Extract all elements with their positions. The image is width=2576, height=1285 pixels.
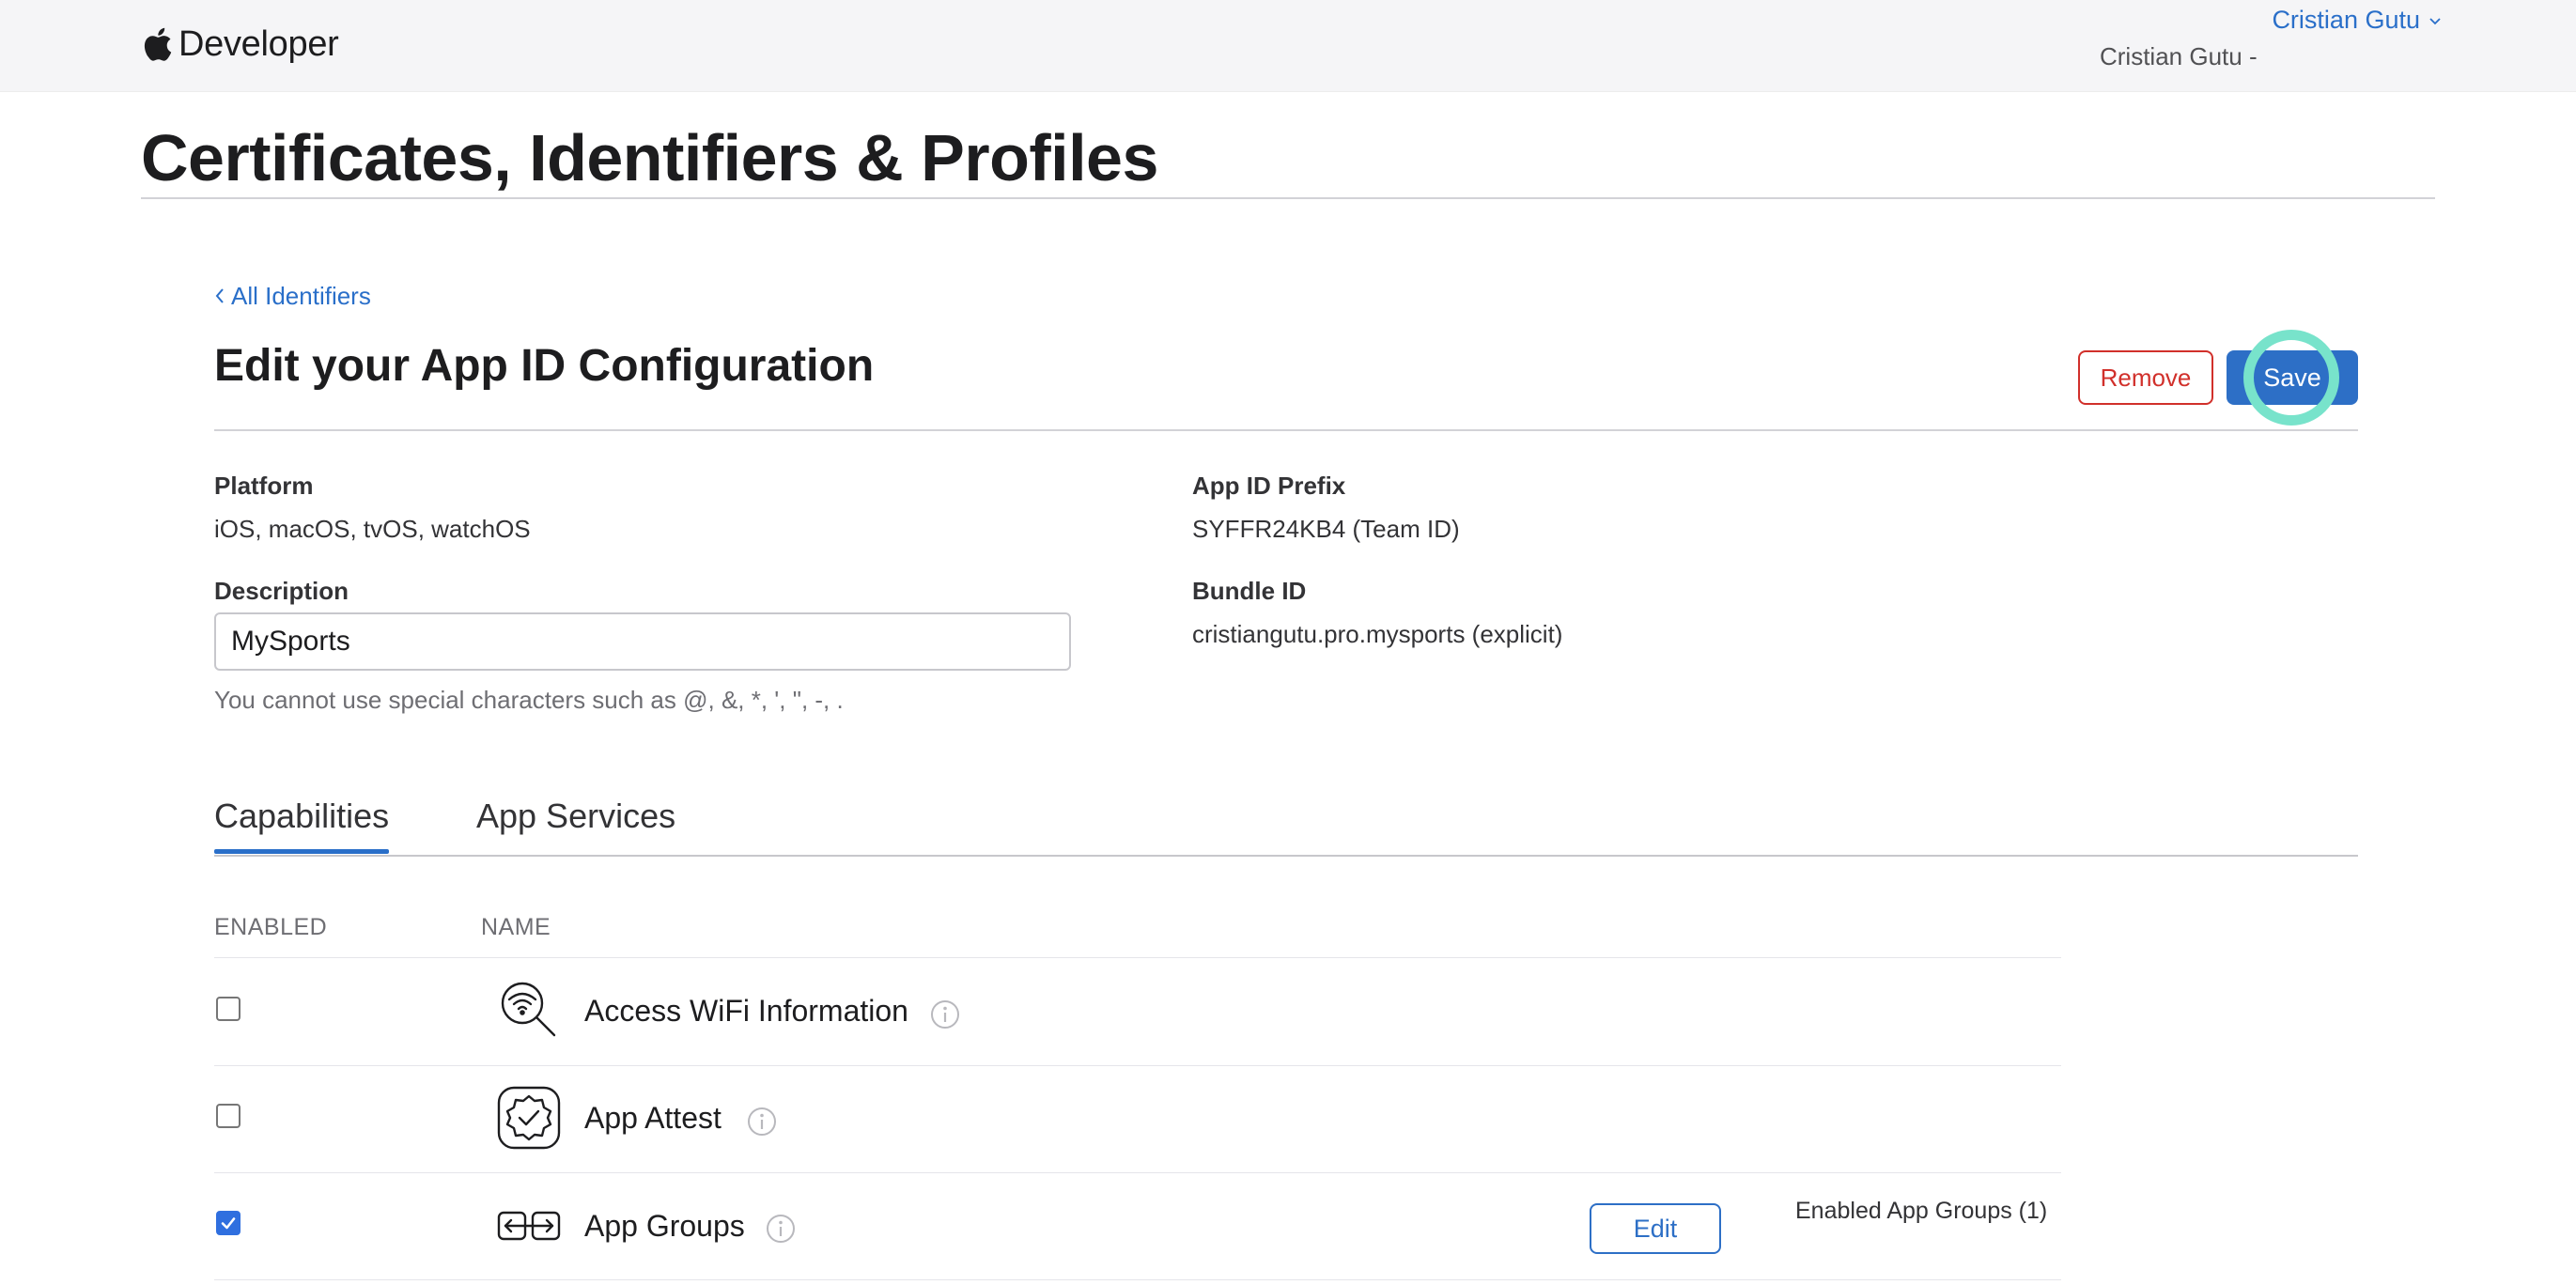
info-icon[interactable] bbox=[747, 1107, 777, 1137]
chevron-down-icon bbox=[2428, 6, 2443, 35]
description-input[interactable] bbox=[214, 612, 1071, 671]
table-divider bbox=[214, 1279, 2061, 1280]
bundle-id-value: cristiangutu.pro.mysports (explicit) bbox=[1192, 620, 1563, 648]
app-id-prefix-label: App ID Prefix bbox=[1192, 472, 1346, 500]
column-header-enabled: ENABLED bbox=[214, 914, 328, 940]
column-header-name: NAME bbox=[481, 914, 551, 940]
section-title: Edit your App ID Configuration bbox=[214, 341, 875, 391]
capability-name: App Groups bbox=[584, 1209, 745, 1243]
enable-checkbox-app-groups[interactable] bbox=[216, 1211, 241, 1235]
title-divider bbox=[141, 197, 2435, 199]
app-groups-icon bbox=[496, 1193, 562, 1259]
table-divider bbox=[214, 1065, 2061, 1066]
save-button[interactable]: Save bbox=[2227, 350, 2358, 405]
tab-app-services[interactable]: App Services bbox=[476, 797, 675, 836]
tabs-divider bbox=[214, 855, 2358, 857]
section-divider bbox=[214, 429, 2358, 431]
bundle-id-label: Bundle ID bbox=[1192, 577, 1307, 605]
global-nav: Developer Cristian Gutu Cristian Gutu - bbox=[0, 0, 2576, 92]
developer-home-link[interactable]: Developer bbox=[141, 17, 339, 71]
app-id-prefix-value: SYFFR24KB4 (Team ID) bbox=[1192, 515, 1460, 543]
edit-app-groups-button[interactable]: Edit bbox=[1590, 1203, 1721, 1254]
table-divider bbox=[214, 957, 2061, 958]
info-icon[interactable] bbox=[766, 1214, 796, 1244]
user-name: Cristian Gutu bbox=[2272, 6, 2420, 34]
enable-checkbox-access-wifi[interactable] bbox=[216, 997, 241, 1021]
wifi-search-icon bbox=[496, 977, 562, 1043]
active-tab-indicator bbox=[214, 849, 389, 854]
remove-button[interactable]: Remove bbox=[2078, 350, 2213, 405]
team-name: Cristian Gutu - bbox=[2100, 42, 2258, 70]
apple-logo-icon bbox=[141, 25, 173, 63]
badge-check-icon bbox=[496, 1085, 562, 1151]
enabled-app-groups-status: Enabled App Groups (1) bbox=[1795, 1198, 2048, 1224]
brand-text: Developer bbox=[178, 23, 339, 64]
description-label: Description bbox=[214, 577, 349, 605]
info-icon[interactable] bbox=[930, 999, 960, 1030]
platform-label: Platform bbox=[214, 472, 314, 500]
table-divider bbox=[214, 1172, 2061, 1173]
user-menu[interactable]: Cristian Gutu bbox=[2272, 6, 2443, 35]
tab-capabilities[interactable]: Capabilities bbox=[214, 797, 389, 836]
back-link-label: All Identifiers bbox=[231, 282, 371, 310]
page-title: Certificates, Identifiers & Profiles bbox=[141, 121, 1158, 194]
enable-checkbox-app-attest[interactable] bbox=[216, 1104, 241, 1128]
capability-name: App Attest bbox=[584, 1101, 722, 1135]
back-to-identifiers-link[interactable]: All Identifiers bbox=[214, 282, 371, 311]
chevron-left-icon bbox=[214, 282, 225, 311]
description-hint: You cannot use special characters such a… bbox=[214, 686, 844, 714]
platform-value: iOS, macOS, tvOS, watchOS bbox=[214, 515, 531, 543]
capability-name: Access WiFi Information bbox=[584, 994, 908, 1028]
